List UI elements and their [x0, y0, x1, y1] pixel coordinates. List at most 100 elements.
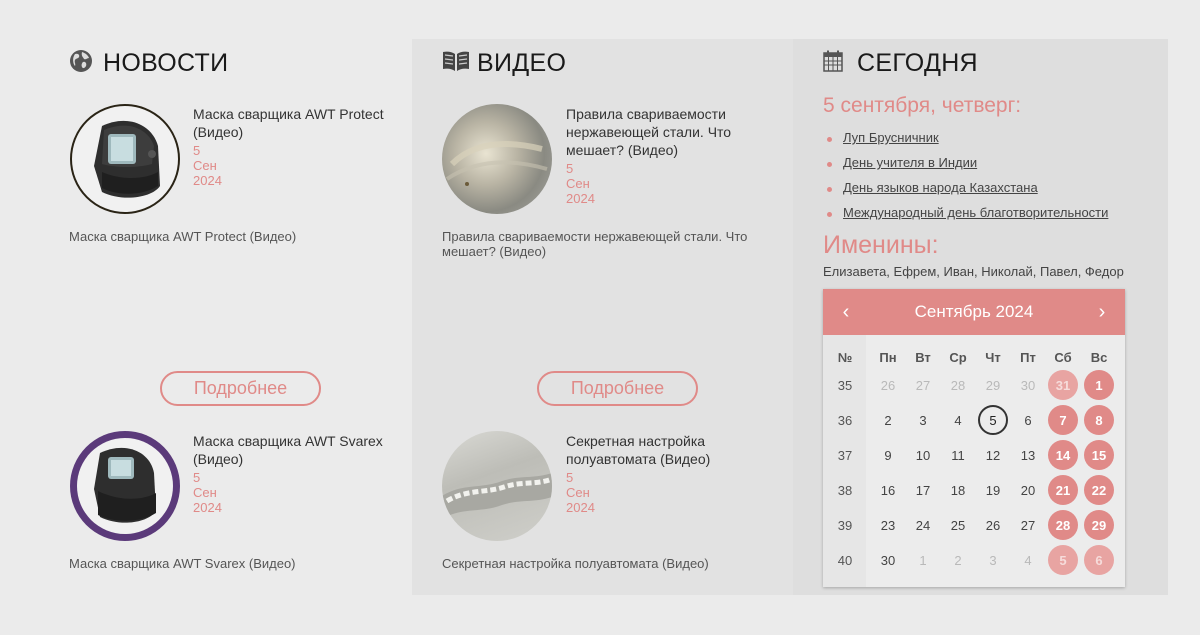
calendar-header: ‹ Сентябрь 2024 › [823, 289, 1125, 335]
today-title: СЕГОДНЯ [857, 49, 978, 77]
news-title: НОВОСТИ [103, 49, 229, 77]
news-header: НОВОСТИ [69, 49, 228, 78]
list-item: Луп Брусничник [823, 130, 1108, 155]
calendar-day[interactable]: 13 [1013, 440, 1043, 470]
calendar-day[interactable]: 7 [1048, 405, 1078, 435]
event-link[interactable]: Международный день благотворительности [843, 205, 1108, 220]
calendar-day[interactable]: 27 [1013, 510, 1043, 540]
weekday-header: Вс [1090, 349, 1108, 365]
calendar-icon [823, 50, 843, 77]
chevron-left-icon[interactable]: ‹ [823, 289, 869, 335]
week-number: 38 [837, 482, 853, 498]
helmet-thumbnail[interactable] [70, 431, 180, 541]
calendar-day[interactable]: 1 [1084, 370, 1114, 400]
list-item: Международный день благотворительности [823, 205, 1108, 230]
calendar-day[interactable]: 22 [1084, 475, 1114, 505]
calendar-day[interactable]: 30 [873, 545, 903, 575]
today-date: 5 сентября, четверг: [823, 94, 1022, 117]
calendar-day[interactable]: 26 [978, 510, 1008, 540]
event-link[interactable]: День языков народа Казахстана [843, 180, 1038, 195]
calendar-day[interactable]: 9 [873, 440, 903, 470]
calendar-day[interactable]: 18 [943, 475, 973, 505]
namedays-list: Елизавета, Ефрем, Иван, Николай, Павел, … [823, 264, 1124, 279]
calendar-day[interactable]: 17 [908, 475, 938, 505]
calendar-day[interactable]: 15 [1084, 440, 1114, 470]
calendar-day[interactable]: 31 [1048, 370, 1078, 400]
calendar-day[interactable]: 28 [1048, 510, 1078, 540]
week-number: 39 [837, 517, 853, 533]
news-item-title[interactable]: Маска сварщика AWT Protect (Видео) [193, 105, 393, 141]
calendar-day[interactable]: 3 [978, 545, 1008, 575]
calendar-day[interactable]: 12 [978, 440, 1008, 470]
calendar-day[interactable]: 6 [1013, 405, 1043, 435]
video-item-date: 5 Сен 2024 [566, 470, 595, 515]
calendar-day[interactable]: 2 [943, 545, 973, 575]
calendar-day[interactable]: 4 [943, 405, 973, 435]
list-item: День языков народа Казахстана [823, 180, 1108, 205]
week-number: 37 [837, 447, 853, 463]
calendar-day[interactable]: 21 [1048, 475, 1078, 505]
list-item: День учителя в Индии [823, 155, 1108, 180]
calendar-day[interactable]: 30 [1013, 370, 1043, 400]
week-number: 36 [837, 412, 853, 428]
calendar-day[interactable]: 29 [1084, 510, 1114, 540]
calendar-day[interactable]: 2 [873, 405, 903, 435]
calendar-day[interactable]: 16 [873, 475, 903, 505]
today-column: СЕГОДНЯ 5 сентября, четверг: Луп Бруснич… [793, 39, 1168, 595]
video-title: ВИДЕО [477, 49, 567, 77]
calendar-day[interactable]: 29 [978, 370, 1008, 400]
weekday-header: Пн [879, 349, 897, 365]
calendar-day-today[interactable]: 5 [978, 405, 1008, 435]
calendar-day[interactable]: 5 [1048, 545, 1078, 575]
weld-thumbnail[interactable] [442, 431, 552, 541]
calendar-day[interactable]: 24 [908, 510, 938, 540]
week-number: 35 [837, 377, 853, 393]
calendar-day[interactable]: 11 [943, 440, 973, 470]
calendar-day[interactable]: 27 [908, 370, 938, 400]
globe-icon [69, 49, 93, 78]
calendar-day[interactable]: 1 [908, 545, 938, 575]
today-header: СЕГОДНЯ [823, 49, 978, 78]
calendar-day[interactable]: 26 [873, 370, 903, 400]
video-item-date: 5 Сен 2024 [566, 161, 595, 206]
helmet-thumbnail[interactable] [70, 104, 180, 214]
weekday-header: Сб [1054, 349, 1072, 365]
weekday-header: Пт [1020, 349, 1036, 365]
video-item-desc: Правила свариваемости нержавеющей стали.… [442, 229, 748, 259]
calendar-day[interactable]: 3 [908, 405, 938, 435]
chevron-right-icon[interactable]: › [1079, 289, 1125, 335]
news-column: НОВОСТИ Маска сварщика AWT Protect (Виде… [45, 39, 412, 595]
calendar-day[interactable]: 19 [978, 475, 1008, 505]
calendar-widget: ‹ Сентябрь 2024 › № Пн Вт Ср Чт Пт Сб Вс 35 26 27 2… [823, 289, 1125, 587]
event-link[interactable]: День учителя в Индии [843, 155, 977, 170]
news-item-desc: Маска сварщика AWT Protect (Видео) [69, 229, 297, 244]
video-item-title[interactable]: Секретная настройка полуавтомата (Видео) [566, 432, 766, 468]
calendar-day[interactable]: 20 [1013, 475, 1043, 505]
week-number: 40 [837, 552, 853, 568]
weekday-header: Вт [915, 349, 931, 365]
calendar-day[interactable]: 10 [908, 440, 938, 470]
calendar-day[interactable]: 28 [943, 370, 973, 400]
weekday-header: Ср [949, 349, 967, 365]
calendar-day[interactable]: 4 [1013, 545, 1043, 575]
weekday-header: Чт [985, 349, 1001, 365]
news-item-desc: Маска сварщика AWT Svarex (Видео) [69, 556, 296, 571]
video-header: ВИДЕО [441, 49, 566, 78]
video-item-title[interactable]: Правила свариваемости нержавеющей стали.… [566, 105, 766, 159]
calendar-day[interactable]: 14 [1048, 440, 1078, 470]
calendar-month-label: Сентябрь 2024 [914, 302, 1034, 321]
namedays-title: Именины: [823, 231, 939, 259]
book-icon [441, 49, 471, 78]
event-link[interactable]: Луп Брусничник [843, 130, 939, 145]
news-item-date: 5 Сен 2024 [193, 143, 222, 188]
video-column: ВИДЕО Правила свариваемости нержавеющей … [412, 39, 793, 595]
calendar-day[interactable]: 6 [1084, 545, 1114, 575]
more-button-news[interactable]: Подробнее [160, 371, 321, 406]
calendar-day[interactable]: 8 [1084, 405, 1114, 435]
calendar-day[interactable]: 23 [873, 510, 903, 540]
calendar-day[interactable]: 25 [943, 510, 973, 540]
news-item-title[interactable]: Маска сварщика AWT Svarex (Видео) [193, 432, 393, 468]
week-number-header: № [837, 349, 853, 365]
weld-thumbnail[interactable] [442, 104, 552, 214]
more-button-video[interactable]: Подробнее [537, 371, 698, 406]
